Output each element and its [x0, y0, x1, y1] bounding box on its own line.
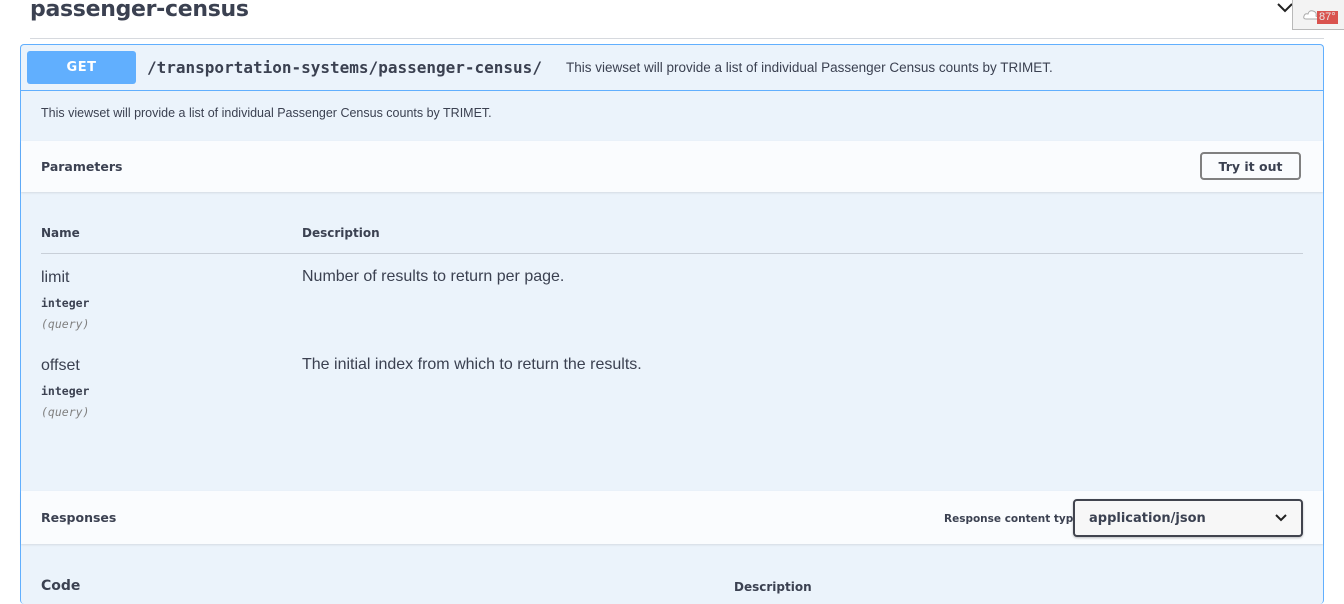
table-divider	[41, 253, 1303, 254]
param-type: integer	[41, 296, 90, 310]
column-header-response-description: Description	[734, 580, 812, 594]
try-it-out-button[interactable]: Try it out	[1200, 152, 1301, 180]
param-name: offset	[41, 357, 80, 374]
param-type: integer	[41, 384, 90, 398]
operation-description: This viewset will provide a list of indi…	[41, 106, 492, 120]
weather-temperature: 87°	[1317, 11, 1338, 24]
tag-divider	[30, 38, 1324, 39]
column-header-description: Description	[302, 226, 380, 240]
column-header-code: Code	[41, 578, 81, 594]
response-content-type-label: Response content type	[944, 513, 1081, 525]
column-header-name: Name	[41, 226, 80, 240]
chevron-down-icon	[1275, 514, 1287, 522]
param-location: (query)	[41, 405, 90, 419]
tag-title[interactable]: passenger-census	[30, 0, 249, 22]
operation-path: /transportation-systems/passenger-census…	[147, 58, 542, 77]
response-content-type-select[interactable]: application/json	[1073, 499, 1303, 537]
operation-summary[interactable]: GET /transportation-systems/passenger-ce…	[21, 45, 1323, 91]
operation-summary-description: This viewset will provide a list of indi…	[566, 60, 1053, 75]
method-badge: GET	[27, 51, 136, 84]
responses-title: Responses	[41, 510, 117, 525]
responses-header: Responses Response content type applicat…	[21, 491, 1323, 544]
param-location: (query)	[41, 317, 90, 331]
parameters-header: Parameters Try it out	[21, 141, 1323, 192]
param-description: Number of results to return per page.	[302, 268, 565, 285]
response-content-type-value: application/json	[1089, 511, 1206, 526]
param-description: The initial index from which to return t…	[302, 356, 642, 373]
weather-widget[interactable]: 87°	[1292, 0, 1344, 30]
operation-block: GET /transportation-systems/passenger-ce…	[20, 44, 1324, 604]
param-name: limit	[41, 269, 70, 286]
parameters-title: Parameters	[41, 159, 123, 174]
